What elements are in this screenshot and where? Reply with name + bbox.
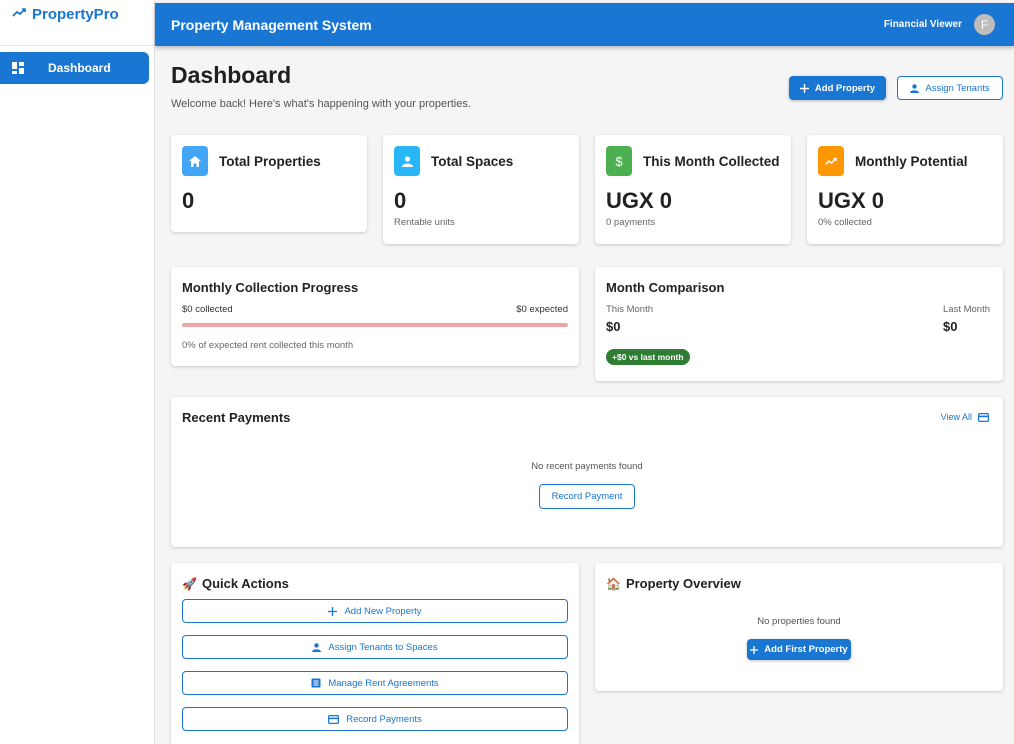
month-comparison-card: Month Comparison This Month $0 Last Mont… [595, 267, 1003, 381]
this-month-label: This Month [606, 304, 653, 315]
brand-name: PropertyPro [32, 6, 119, 23]
button-label: Record Payments [346, 713, 422, 725]
delta-chip: +$0 vs last month [606, 349, 690, 365]
stat-label: Monthly Potential [855, 153, 968, 169]
button-label: Manage Rent Agreements [328, 677, 439, 689]
card-title: 🏠 Property Overview [606, 576, 741, 591]
assign-tenants-label: Assign Tenants [925, 82, 990, 94]
view-all-link[interactable]: View All [941, 412, 989, 422]
button-label: Assign Tenants to Spaces [328, 641, 438, 653]
card-title: Month Comparison [606, 280, 725, 295]
stat-card-monthly-potential: Monthly Potential UGX 0 0% collected [807, 135, 1003, 244]
last-month-label: Last Month [943, 304, 990, 315]
house-icon: 🏠 [606, 576, 621, 591]
card-title: Monthly Collection Progress [182, 280, 359, 295]
collection-progress-bar [182, 323, 568, 327]
user-role: Financial Viewer [883, 19, 962, 30]
manage-rent-agreements-button[interactable]: Manage Rent Agreements [182, 671, 568, 695]
system-title: Property Management System [171, 16, 372, 33]
add-first-property-button[interactable]: Add First Property [747, 639, 851, 660]
card-title: 🚀 Quick Actions [182, 576, 289, 591]
stat-label: Total Properties [219, 153, 321, 169]
recent-payments-card: Recent Payments View All No recent payme… [171, 397, 1003, 547]
person-icon [910, 83, 920, 93]
empty-state-text: No recent payments found [531, 461, 643, 472]
dollar-icon: $ [606, 146, 632, 176]
property-overview-card: 🏠 Property Overview No properties found … [595, 563, 1003, 691]
last-month-value: $0 [943, 319, 958, 334]
plus-icon [799, 83, 809, 93]
progress-caption: 0% of expected rent collected this month [182, 340, 354, 351]
add-property-label: Add Property [814, 82, 876, 94]
sidebar: PropertyPro Dashboard [0, 0, 155, 744]
collection-progress-card: Monthly Collection Progress $0 collected… [171, 267, 579, 366]
stat-card-month-collected: $ This Month Collected UGX 0 0 payments [595, 135, 791, 244]
credit-card-icon [978, 412, 989, 422]
stat-value: 0 [394, 188, 407, 213]
dashboard-icon [0, 62, 48, 74]
add-property-button[interactable]: Add Property [789, 76, 886, 100]
property-overview-title: Property Overview [625, 576, 741, 591]
stat-subtext: 0% collected [818, 217, 872, 228]
record-payment-label: Record Payment [551, 491, 623, 502]
page-title: Dashboard [171, 62, 292, 88]
trending-up-icon [12, 8, 26, 17]
quick-actions-title: Quick Actions [201, 576, 289, 591]
assign-tenants-button[interactable]: Assign Tenants [897, 76, 1003, 100]
stat-value: 0 [182, 188, 195, 213]
stat-label: Total Spaces [431, 153, 514, 169]
expected-text: $0 expected [516, 304, 568, 315]
sidebar-item-dashboard[interactable]: Dashboard [0, 52, 149, 84]
home-icon [182, 146, 208, 176]
stat-value: UGX 0 [606, 188, 673, 213]
assign-tenants-to-spaces-button[interactable]: Assign Tenants to Spaces [182, 635, 568, 659]
card-title: Recent Payments [182, 410, 291, 425]
stat-card-total-properties: Total Properties 0 [171, 135, 367, 232]
add-new-property-button[interactable]: Add New Property [182, 599, 568, 623]
list-icon [311, 678, 321, 688]
stat-label: This Month Collected [643, 153, 780, 169]
view-all-label: View All [940, 412, 972, 422]
credit-card-icon [328, 714, 340, 724]
person-icon [394, 146, 420, 176]
record-payments-button[interactable]: Record Payments [182, 707, 568, 731]
avatar[interactable]: F [974, 14, 995, 35]
page-subtitle: Welcome back! Here's what's happening wi… [171, 98, 471, 110]
button-label: Add New Property [344, 605, 422, 617]
rocket-icon: 🚀 [182, 576, 197, 591]
add-first-property-label: Add First Property [764, 644, 848, 655]
stat-card-total-spaces: Total Spaces 0 Rentable units [383, 135, 579, 244]
brand[interactable]: PropertyPro [0, 0, 154, 46]
sidebar-item-label: Dashboard [48, 61, 111, 75]
stat-subtext: Rentable units [394, 217, 455, 228]
plus-icon [750, 645, 759, 654]
stat-subtext: 0 payments [606, 217, 656, 228]
person-icon [312, 642, 322, 652]
plus-icon [328, 606, 338, 616]
trending-up-icon [818, 146, 844, 176]
stat-value: UGX 0 [818, 188, 885, 213]
quick-actions-card: 🚀 Quick Actions Add New Property Assign … [171, 563, 579, 744]
empty-state-text: No properties found [757, 616, 841, 627]
collected-text: $0 collected [182, 304, 233, 315]
this-month-value: $0 [606, 319, 621, 334]
top-app-bar: Property Management System Financial Vie… [155, 3, 1014, 46]
record-payment-button[interactable]: Record Payment [539, 484, 635, 509]
